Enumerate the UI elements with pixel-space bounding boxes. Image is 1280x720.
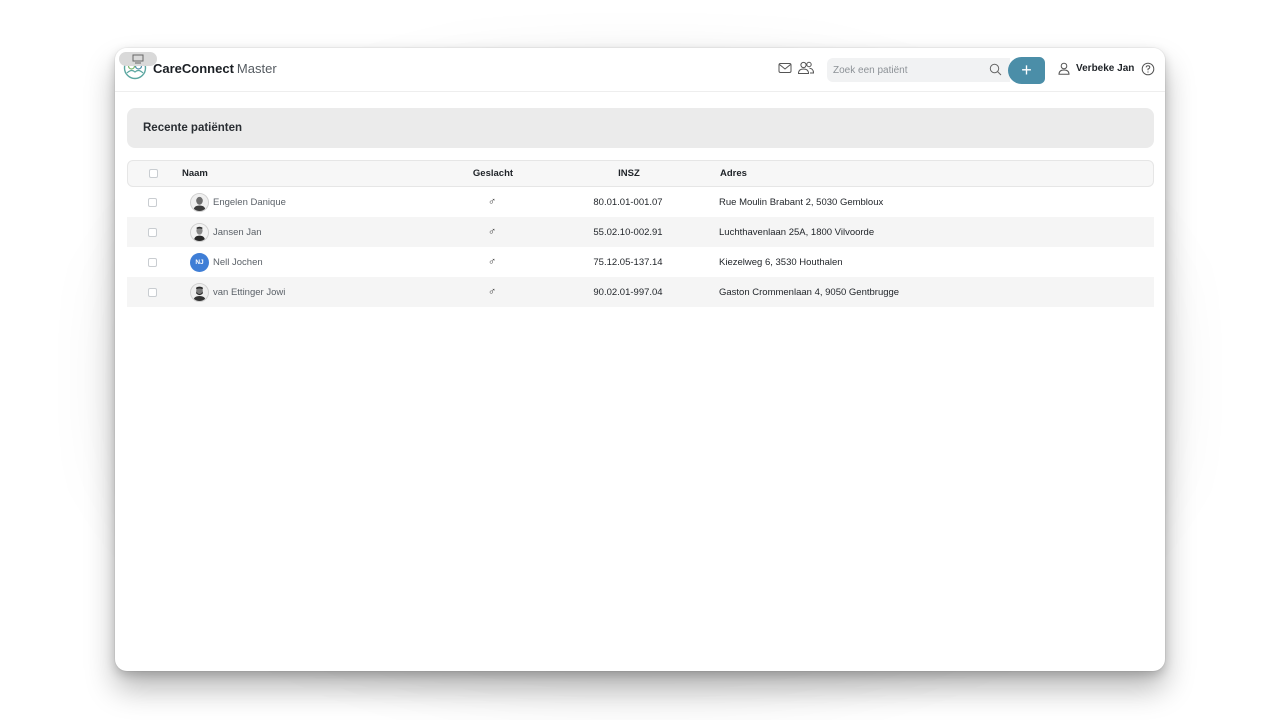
app-window: CareConnectMaster [115, 48, 1165, 671]
row-checkbox[interactable] [148, 247, 158, 277]
mail-icon[interactable] [778, 61, 796, 77]
patient-name: Engelen Danique [213, 197, 286, 208]
search-input[interactable] [827, 58, 977, 82]
column-header-address[interactable]: Adres [720, 161, 747, 186]
patient-name: Nell Jochen [213, 257, 263, 268]
select-all-checkbox[interactable] [149, 161, 159, 186]
help-icon[interactable] [1141, 62, 1155, 81]
screen-icon [131, 54, 145, 64]
user-name: Verbeke Jan [1076, 63, 1134, 74]
search-icon[interactable] [989, 63, 1002, 81]
patient-name-cell[interactable]: Engelen Danique [190, 187, 286, 217]
address-cell: Kiezelweg 6, 3530 Houthalen [719, 247, 843, 277]
gender-male-icon: ♂ [447, 187, 537, 217]
table-header: Naam Geslacht INSZ Adres [127, 160, 1154, 187]
column-header-name[interactable]: Naam [182, 161, 208, 186]
device-badge [119, 52, 157, 66]
app-title: CareConnectMaster [153, 61, 277, 76]
avatar: NJ [190, 253, 209, 272]
users-icon[interactable] [797, 61, 815, 77]
avatar [190, 193, 209, 212]
top-bar: CareConnectMaster [115, 48, 1165, 92]
section-title: Recente patiënten [127, 108, 1154, 148]
gender-male-icon: ♂ [447, 277, 537, 307]
gender-male-icon: ♂ [447, 247, 537, 277]
gender-male-icon: ♂ [447, 217, 537, 247]
avatar [190, 283, 209, 302]
user-icon [1058, 62, 1070, 75]
table-row[interactable]: van Ettinger Jowi ♂ 90.02.01-997.04 Gast… [127, 277, 1154, 307]
column-header-insz[interactable]: INSZ [574, 161, 684, 186]
table-row[interactable]: Engelen Danique ♂ 80.01.01-001.07 Rue Mo… [127, 187, 1154, 217]
insz-cell: 80.01.01-001.07 [573, 187, 683, 217]
patient-search [827, 58, 1010, 82]
avatar [190, 223, 209, 242]
patients-table: Naam Geslacht INSZ Adres Engelen Danique… [127, 160, 1154, 307]
column-header-gender[interactable]: Geslacht [448, 161, 538, 186]
user-menu[interactable]: Verbeke Jan [1058, 62, 1134, 75]
address-cell: Gaston Crommenlaan 4, 9050 Gentbrugge [719, 277, 899, 307]
add-patient-button[interactable]: + [1008, 57, 1045, 84]
table-row[interactable]: NJ Nell Jochen ♂ 75.12.05-137.14 Kiezelw… [127, 247, 1154, 277]
row-checkbox[interactable] [148, 187, 158, 217]
table-row[interactable]: Jansen Jan ♂ 55.02.10-002.91 Luchthavenl… [127, 217, 1154, 247]
insz-cell: 75.12.05-137.14 [573, 247, 683, 277]
patient-name: van Ettinger Jowi [213, 287, 285, 298]
insz-cell: 90.02.01-997.04 [573, 277, 683, 307]
patient-name-cell[interactable]: NJ Nell Jochen [190, 247, 263, 277]
patient-name: Jansen Jan [213, 227, 262, 238]
patient-name-cell[interactable]: Jansen Jan [190, 217, 262, 247]
address-cell: Luchthavenlaan 25A, 1800 Vilvoorde [719, 217, 874, 247]
app-subtitle: Master [237, 61, 277, 76]
row-checkbox[interactable] [148, 217, 158, 247]
insz-cell: 55.02.10-002.91 [573, 217, 683, 247]
address-cell: Rue Moulin Brabant 2, 5030 Gembloux [719, 187, 883, 217]
patient-name-cell[interactable]: van Ettinger Jowi [190, 277, 285, 307]
row-checkbox[interactable] [148, 277, 158, 307]
